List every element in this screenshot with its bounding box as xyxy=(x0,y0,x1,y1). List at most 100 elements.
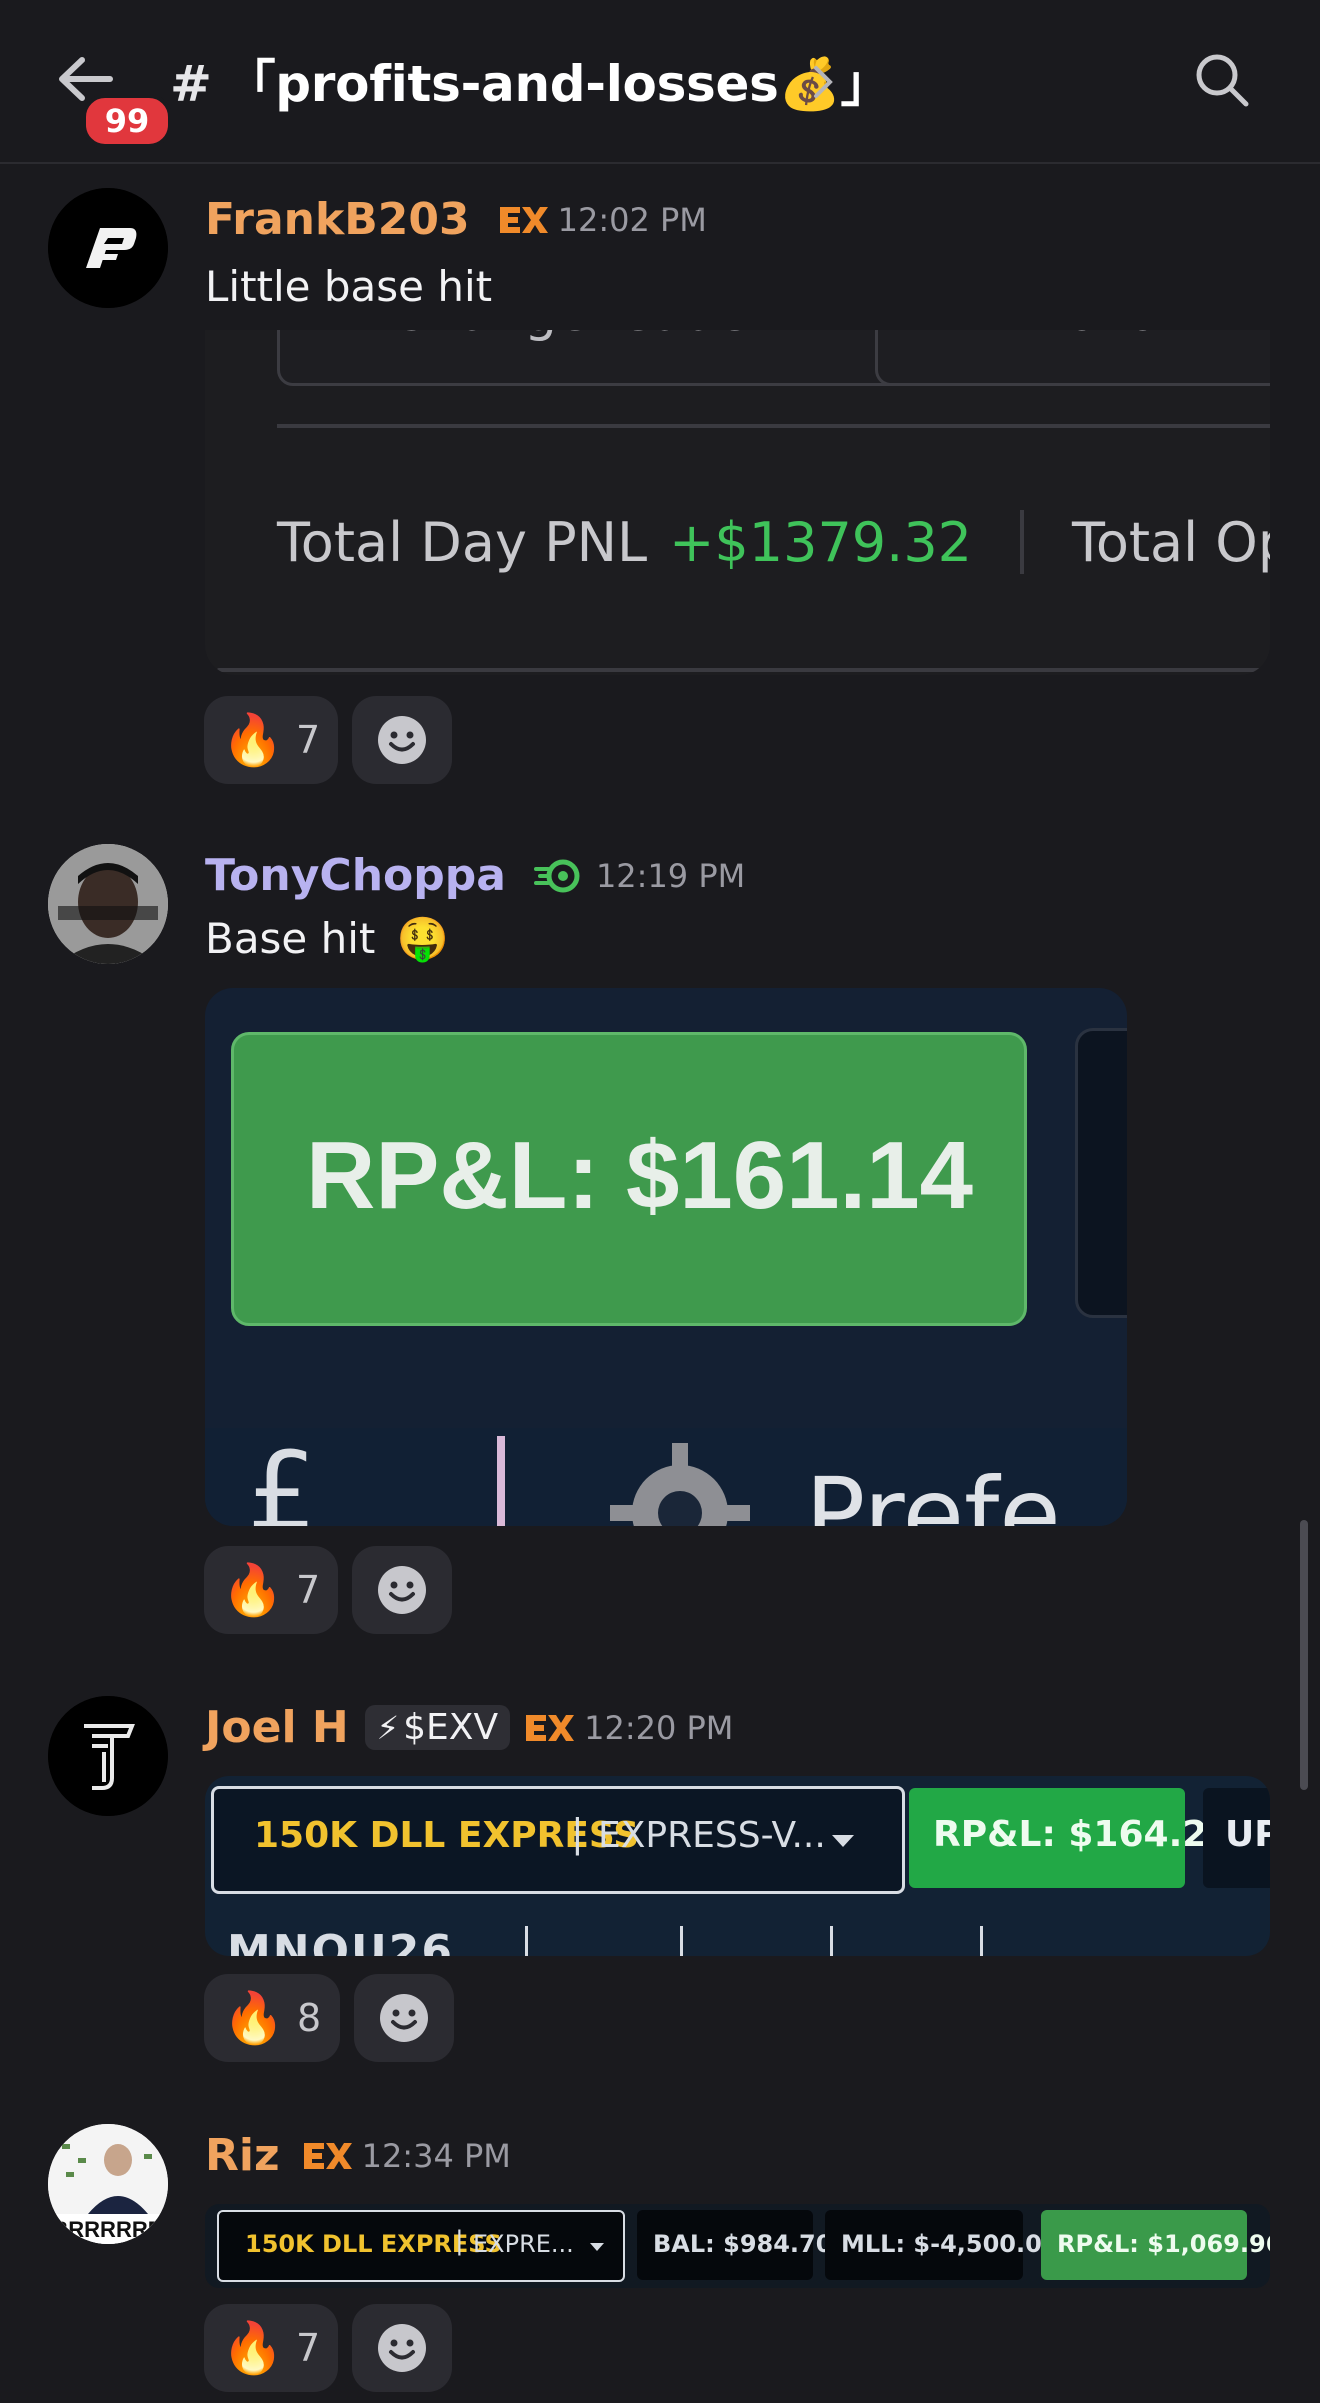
fire-icon: 🔥 xyxy=(222,1988,286,2047)
smiley-icon xyxy=(378,2324,426,2372)
message-text: Base hit 🤑 xyxy=(205,914,449,964)
dollar-partial-glyph: £ xyxy=(247,1428,317,1526)
change-leader-label: Change leader xyxy=(390,330,770,343)
search-icon[interactable] xyxy=(1192,50,1252,110)
separator: | xyxy=(571,1811,584,1855)
clan-tag-label: $EXV xyxy=(403,1707,499,1748)
follow-label: Follow xyxy=(1038,330,1201,343)
reaction-fire[interactable]: 🔥 7 xyxy=(204,696,338,784)
separator: | xyxy=(455,2226,464,2256)
up-badge: UP xyxy=(1203,1788,1270,1888)
mll-badge: MLL: $-4,500.00 xyxy=(825,2210,1059,2280)
reaction-count: 7 xyxy=(296,1568,321,1612)
balance-badge: BAL: $984.70 xyxy=(637,2210,832,2280)
divider xyxy=(277,424,1270,428)
total-open-label: Total Op xyxy=(1072,510,1270,574)
message-image[interactable]: 150K DLL EXPRESS | EXPRE... BAL: $984.70… xyxy=(205,2204,1270,2288)
pnl-row: Total Day PNL +$1379.32 Total Op xyxy=(277,510,1270,574)
svg-text:BRRRRRR: BRRRRRR xyxy=(52,2217,163,2242)
add-reaction-button[interactable] xyxy=(352,1546,452,1634)
rpl-badge: RP&L: $1,069.96 xyxy=(1041,2210,1270,2280)
account-selector: 150K DLL EXPRESS | EXPRE... xyxy=(217,2210,625,2282)
username[interactable]: Riz xyxy=(205,2130,280,2181)
fire-icon: 🔥 xyxy=(221,1560,285,1619)
toolbar-divider xyxy=(525,1926,528,1956)
message-header: TonyChoppa 12:19 PM xyxy=(205,850,745,901)
fire-icon: 🔥 xyxy=(221,2318,285,2377)
logo-avatar-image xyxy=(48,1696,168,1816)
smiley-icon xyxy=(378,1566,426,1614)
message-header: FrankB203 12:02 PM xyxy=(205,194,707,245)
follow-button: Follow xyxy=(875,330,1270,386)
channel-hash-icon: # xyxy=(170,55,212,113)
avatar[interactable] xyxy=(48,188,168,308)
message-text: Little base hit xyxy=(205,262,493,311)
ex-role-icon xyxy=(499,206,548,233)
up-label: UP xyxy=(1225,1814,1270,1855)
timestamp: 12:19 PM xyxy=(595,856,746,895)
pnl-label: Total Day PNL xyxy=(277,510,648,574)
vertical-divider xyxy=(497,1436,505,1526)
gear-icon xyxy=(610,1443,750,1526)
pnl-value: +$1379.32 xyxy=(669,510,973,574)
account-selector: 150K DLL EXPRESS | EXPRESS-V... xyxy=(211,1786,905,1894)
username[interactable]: TonyChoppa xyxy=(205,850,506,901)
money-mouth-emoji: 🤑 xyxy=(396,914,450,963)
photo-avatar-image: BRRRRRR xyxy=(48,2124,168,2244)
message-header: Joel H ⚡ $EXV 12:20 PM xyxy=(205,1702,733,1753)
avatar[interactable]: BRRRRRR xyxy=(48,2124,168,2244)
vertical-divider xyxy=(1020,510,1025,574)
message-image[interactable]: Change leader Follow Total Day PNL +$137… xyxy=(205,330,1270,675)
symbol-partial-text: MNQU26 xyxy=(227,1926,454,1956)
smiley-icon xyxy=(378,716,426,764)
channel-header: 99 # 「profits-and-losses💰」 xyxy=(0,0,1320,164)
ex-role-icon xyxy=(526,1714,575,1741)
timestamp: 12:34 PM xyxy=(361,2136,511,2175)
avatar[interactable] xyxy=(48,844,168,964)
message-text-content: Base hit xyxy=(205,914,376,963)
chevron-down-icon xyxy=(590,2243,604,2251)
embed-bottom-border xyxy=(217,668,1267,672)
account-type: EXPRE... xyxy=(473,2230,574,2258)
mll-value: MLL: $-4,500.00 xyxy=(841,2230,1059,2258)
chevron-right-icon[interactable] xyxy=(808,62,838,102)
reaction-fire[interactable]: 🔥 8 xyxy=(204,1974,340,2062)
scrollbar[interactable] xyxy=(1300,1520,1308,1790)
avatar[interactable] xyxy=(48,1696,168,1816)
toolbar-dividers xyxy=(525,1926,1225,1956)
channel-name: 「profits-and-losses💰」 xyxy=(225,55,891,113)
balance-value: BAL: $984.70 xyxy=(653,2230,833,2258)
username[interactable]: Joel H xyxy=(205,1702,349,1753)
username[interactable]: FrankB203 xyxy=(205,194,470,245)
account-type: EXPRESS-V... xyxy=(598,1815,826,1856)
rpl-badge: RP&L: $164.22 xyxy=(909,1788,1232,1888)
message-header: Riz 12:34 PM xyxy=(205,2130,511,2181)
add-reaction-button[interactable] xyxy=(352,2304,452,2392)
toolbar-divider xyxy=(680,1926,683,1956)
dark-panel-edge xyxy=(1075,1028,1127,1318)
ex-role-icon xyxy=(303,2142,352,2169)
reaction-count: 7 xyxy=(296,2326,321,2370)
chevron-down-icon xyxy=(832,1835,854,1847)
reaction-fire[interactable]: 🔥 7 xyxy=(204,1546,338,1634)
timestamp: 12:20 PM xyxy=(584,1708,734,1747)
message-image[interactable]: 150K DLL EXPRESS | EXPRESS-V... RP&L: $1… xyxy=(205,1776,1270,1956)
rpl-value: RP&L: $164.22 xyxy=(933,1814,1233,1855)
channel-title[interactable]: # 「profits-and-losses💰」 xyxy=(170,44,891,116)
rpl-value: RP&L: $1,069.96 xyxy=(1057,2230,1270,2258)
add-reaction-button[interactable] xyxy=(354,1974,454,2062)
rpl-value: RP&L: $161.14 xyxy=(306,1122,973,1229)
clan-tag: ⚡ $EXV xyxy=(364,1705,511,1750)
logo-avatar-image xyxy=(48,188,168,308)
timestamp: 12:02 PM xyxy=(557,200,707,239)
toolbar-divider xyxy=(830,1926,833,1956)
message-image[interactable]: RP&L: $161.14 £ Prefe xyxy=(205,988,1127,1526)
reaction-count: 7 xyxy=(296,718,321,762)
reaction-fire[interactable]: 🔥 7 xyxy=(204,2304,338,2392)
photo-avatar-image xyxy=(48,844,168,964)
unread-badge: 99 xyxy=(82,94,172,148)
rpl-panel: RP&L: $161.14 xyxy=(231,1032,1027,1326)
lightning-icon: ⚡ xyxy=(376,1708,400,1747)
add-reaction-button[interactable] xyxy=(352,696,452,784)
nitro-boost-icon xyxy=(533,859,580,892)
